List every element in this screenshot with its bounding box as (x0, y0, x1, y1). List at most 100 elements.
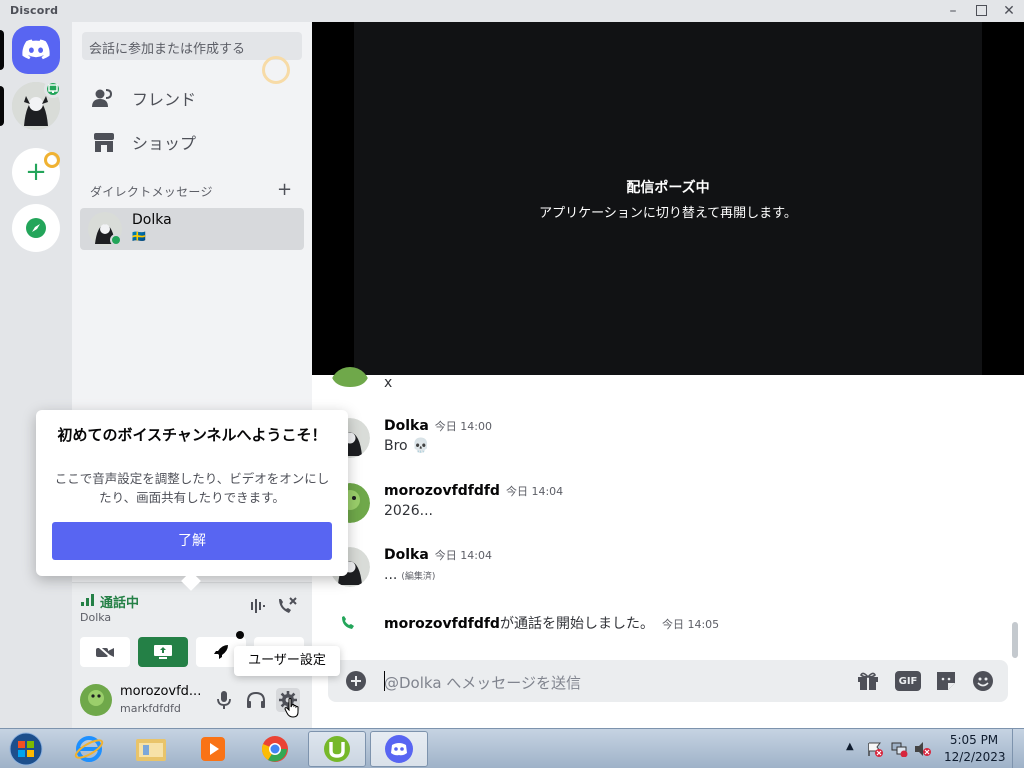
taskbar-utorrent[interactable] (308, 731, 366, 767)
tray-expand-icon[interactable]: ▲ (846, 741, 854, 752)
home-indicator (0, 30, 4, 70)
message-item: Dolka 今日 14:00 Bro 💀 (312, 418, 1012, 462)
nav-shop[interactable]: ショップ (80, 121, 304, 163)
emoji-button[interactable] (971, 669, 995, 693)
friends-icon (92, 89, 113, 107)
discord-taskbar-icon (385, 735, 413, 763)
highlight-ring-icon (44, 152, 60, 168)
message-input[interactable]: @Dolka へメッセージを送信 GIF (328, 660, 1008, 702)
voice-channel: Dolka (80, 611, 112, 624)
streaming-badge (44, 80, 62, 98)
maximize-button[interactable] (968, 0, 994, 22)
message-item: Dolka 今日 14:04 ... (編集済) (312, 547, 1012, 591)
server-rail: + (0, 22, 72, 728)
gift-icon (858, 672, 878, 690)
search-input[interactable]: 会話に参加または作成する (82, 32, 302, 60)
user-display-name: morozovfd... (120, 684, 202, 699)
stream-frame (354, 22, 982, 375)
nav-friends[interactable]: フレンド (80, 77, 304, 119)
discover-button[interactable] (12, 204, 60, 252)
message-item: morozovfdfdfd 今日 14:04 2026... (312, 483, 1012, 527)
sticker-icon (937, 672, 955, 690)
emoji-icon (973, 671, 993, 691)
server-indicator (0, 86, 4, 126)
noise-suppression-button[interactable] (246, 597, 266, 619)
taskbar: ▲ 5:05 PM 12/2/2023 (0, 728, 1024, 768)
dm-item-dolka[interactable]: Dolka 🇸🇪 (80, 208, 304, 250)
message-input-placeholder: @Dolka へメッセージを送信 (384, 674, 581, 692)
action-center-icon[interactable] (866, 741, 884, 757)
voice-status: 通話中 (100, 596, 140, 611)
start-button[interactable] (2, 731, 50, 767)
dm-header: ダイレクトメッセージ (90, 185, 213, 199)
mute-button[interactable] (212, 688, 236, 712)
user-settings-tooltip: ユーザー設定 (234, 646, 340, 676)
plus-circle-icon (346, 671, 366, 691)
windows-start-icon (9, 732, 43, 766)
add-server-button[interactable]: + (12, 148, 60, 196)
message-item: x (312, 367, 1012, 397)
screen-share-button[interactable] (138, 637, 188, 667)
hangup-icon (279, 597, 297, 613)
sticker-button[interactable] (934, 669, 958, 693)
message-avatar (330, 367, 370, 387)
welcome-voice-popup: 初めてのボイスチャンネルへようこそ！ ここで音声設定を調整したり、ビデオをオンに… (36, 410, 348, 591)
screen-icon (48, 84, 58, 93)
message-time: 今日 14:04 (434, 549, 492, 562)
gif-button[interactable]: GIF (895, 671, 921, 691)
deafen-button[interactable] (244, 688, 268, 712)
disconnect-button[interactable] (276, 596, 298, 620)
stream-viewer[interactable]: 配信ポーズ中 アプリケーションに切り替えて再開します。 (312, 22, 1024, 375)
shop-icon (94, 133, 114, 152)
nav-friends-label: フレンド (132, 90, 197, 109)
dm-name: Dolka (132, 212, 172, 228)
message-author[interactable]: Dolka 今日 14:04 (384, 547, 492, 563)
show-desktop-button[interactable] (1012, 729, 1024, 768)
scrollbar[interactable] (1012, 622, 1018, 658)
home-button[interactable] (12, 26, 60, 74)
message-text: 2026... (384, 503, 433, 519)
utorrent-icon (324, 736, 350, 762)
maximize-icon (975, 5, 987, 16)
compass-icon (26, 218, 46, 238)
taskbar-media-player[interactable] (184, 731, 242, 767)
message-author[interactable]: morozovfdfdfd 今日 14:04 (384, 483, 563, 499)
gif-label: GIF (898, 675, 918, 687)
camera-off-icon (96, 644, 114, 660)
volume-muted-icon[interactable] (914, 741, 932, 757)
message-author-name: morozovfdfdfd (384, 483, 500, 499)
network-icon[interactable] (890, 741, 908, 757)
popup-confirm-button[interactable]: 了解 (52, 522, 332, 560)
notification-dot-icon (236, 631, 244, 639)
attach-button[interactable] (344, 669, 368, 693)
camera-button[interactable] (80, 637, 130, 667)
hand-cursor-icon (284, 698, 299, 718)
close-button[interactable]: ✕ (996, 0, 1022, 22)
message-text-body: ... (384, 567, 398, 583)
phone-icon (342, 616, 354, 629)
message-text: Bro 💀 (384, 438, 430, 454)
taskbar-explorer[interactable] (122, 731, 180, 767)
add-dm-button[interactable]: + (277, 179, 292, 200)
user-avatar[interactable] (80, 684, 112, 716)
folder-icon (136, 739, 166, 761)
taskbar-ie[interactable] (60, 731, 118, 767)
gift-button[interactable] (856, 669, 880, 693)
user-panel: morozovfd... markfdfdfd (72, 672, 312, 728)
screen-share-icon (154, 645, 172, 659)
message-text: ... (編集済) (384, 567, 435, 583)
message-time: 今日 14:04 (505, 485, 564, 498)
stream-paused-title: 配信ポーズ中 (626, 180, 710, 196)
message-author[interactable]: Dolka 今日 14:00 (384, 418, 492, 434)
clock-time[interactable]: 5:05 PM (944, 733, 1004, 747)
message-time: 今日 14:00 (434, 420, 492, 433)
popup-body: ここで音声設定を調整したり、ビデオをオンにしたり、画面共有したりできます。 (54, 471, 330, 505)
chrome-icon (261, 736, 288, 762)
system-message-text: morozovfdfdfdが通話を開始しました。 今日 14:05 (384, 613, 719, 633)
clock-date[interactable]: 12/2/2023 (944, 750, 1006, 764)
taskbar-discord[interactable] (370, 731, 428, 767)
taskbar-chrome[interactable] (246, 731, 304, 767)
popup-title: 初めてのボイスチャンネルへようこそ！ (57, 426, 327, 444)
system-message-author[interactable]: morozovfdfdfd (384, 616, 500, 632)
minimize-button[interactable]: – (940, 0, 966, 22)
